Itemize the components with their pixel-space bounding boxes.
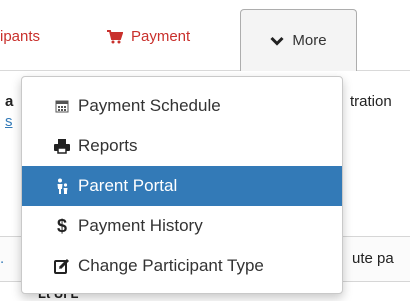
calendar-icon	[54, 99, 70, 113]
menu-item-label: Change Participant Type	[78, 256, 264, 275]
more-dropdown-menu: Payment Schedule Reports Parent Portal $…	[21, 76, 343, 294]
menu-item-change-participant-type[interactable]: Change Participant Type	[22, 246, 342, 286]
nav-participants-link[interactable]: ipants	[0, 28, 40, 45]
menu-item-label: Parent Portal	[78, 176, 178, 195]
more-label: More	[292, 32, 327, 49]
menu-item-label: Reports	[78, 136, 138, 155]
top-nav-bar: ipants Payment More	[0, 0, 410, 71]
family-icon	[54, 178, 70, 194]
menu-item-label: Payment Schedule	[78, 96, 221, 115]
nav-participants-label: ipants	[0, 28, 41, 45]
background-text-fragment: a	[5, 93, 14, 110]
dollar-icon: $	[56, 215, 67, 236]
edit-icon	[54, 258, 70, 274]
nav-payment-link[interactable]: Payment	[107, 28, 190, 45]
background-heading-fragment: tration	[350, 93, 392, 110]
cart-icon	[107, 29, 123, 44]
nav-payment-label: Payment	[131, 28, 191, 45]
menu-item-reports[interactable]: Reports	[22, 126, 342, 166]
background-column-fragment: ute pa	[352, 250, 394, 267]
background-band-mark: .	[0, 250, 5, 267]
more-dropdown-button[interactable]: More	[240, 9, 357, 71]
printer-icon	[54, 138, 70, 154]
menu-item-parent-portal[interactable]: Parent Portal	[22, 166, 342, 206]
background-link-fragment[interactable]: s	[5, 113, 13, 130]
menu-item-payment-schedule[interactable]: Payment Schedule	[22, 86, 342, 126]
chevron-down-icon	[270, 36, 284, 46]
menu-item-label: Payment History	[78, 216, 203, 235]
menu-item-payment-history[interactable]: $ Payment History	[22, 206, 342, 246]
